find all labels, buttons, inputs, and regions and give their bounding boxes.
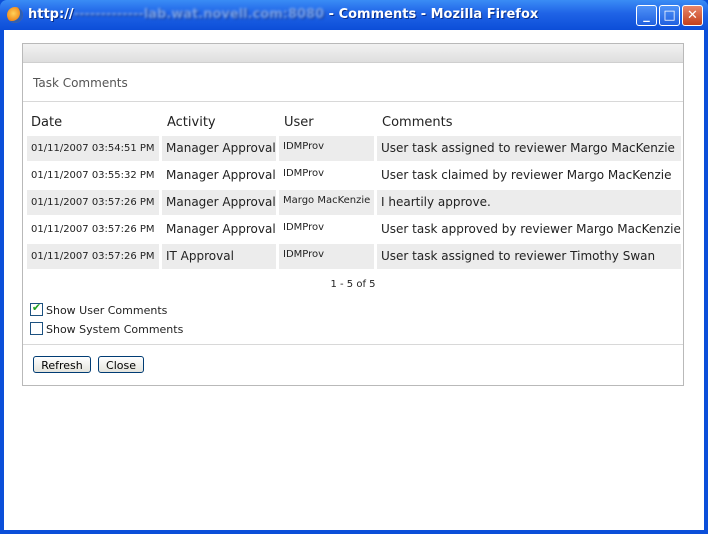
row-user: IDMProv <box>279 244 374 269</box>
column-header-activity: Activity <box>167 115 216 130</box>
table-row: 01/11/2007 03:57:26 PM Manager Approval … <box>27 217 681 242</box>
row-user: IDMProv <box>279 136 374 161</box>
row-activity: Manager Approval <box>162 190 276 215</box>
title-obscured-host: -------------lab.wat.novell.com:8080 <box>73 7 325 22</box>
maximize-button[interactable]: □ <box>659 5 680 26</box>
panel-header-band <box>23 44 683 63</box>
show-system-comments-checkbox[interactable] <box>30 322 43 335</box>
column-header-date: Date <box>31 115 63 130</box>
checkmark-icon: ✔ <box>31 301 42 314</box>
firefox-icon <box>7 7 23 23</box>
row-user: IDMProv <box>283 168 325 179</box>
divider <box>23 344 683 345</box>
row-comment: User task assigned to reviewer Timothy S… <box>377 244 681 269</box>
close-button[interactable]: Close <box>98 356 144 373</box>
window-title: http://-------------lab.wat.novell.com:8… <box>28 7 538 22</box>
row-comment: User task approved by reviewer Margo Mac… <box>381 222 681 236</box>
title-prefix: http:// <box>28 7 74 22</box>
column-header-comments: Comments <box>382 115 453 130</box>
row-comment: I heartily approve. <box>377 190 681 215</box>
row-date: 01/11/2007 03:55:32 PM <box>31 170 155 181</box>
title-bar[interactable]: http://-------------lab.wat.novell.com:8… <box>0 0 708 30</box>
row-activity: IT Approval <box>162 244 276 269</box>
row-user: IDMProv <box>283 222 325 233</box>
row-date: 01/11/2007 03:57:26 PM <box>27 190 159 215</box>
refresh-button[interactable]: Refresh <box>33 356 91 373</box>
row-activity: Manager Approval <box>166 222 276 236</box>
table-row: 01/11/2007 03:57:26 PM IT Approval IDMPr… <box>27 244 681 269</box>
pagination-status: 1 - 5 of 5 <box>330 279 376 290</box>
show-user-comments-checkbox[interactable]: ✔ <box>30 301 43 316</box>
table-row: 01/11/2007 03:54:51 PM Manager Approval … <box>27 136 681 161</box>
divider <box>23 101 683 102</box>
show-user-comments-option[interactable]: ✔ Show User Comments <box>30 301 167 317</box>
row-date: 01/11/2007 03:54:51 PM <box>27 136 159 161</box>
row-activity: Manager Approval <box>166 168 276 182</box>
close-window-button[interactable]: ✕ <box>682 5 703 26</box>
column-header-user: User <box>284 115 314 130</box>
minimize-button[interactable]: _ <box>636 5 657 26</box>
page-content: Task Comments Date Activity User Comment… <box>4 30 704 530</box>
task-comments-panel: Task Comments Date Activity User Comment… <box>22 43 684 386</box>
row-activity: Manager Approval <box>162 136 276 161</box>
row-comment: User task claimed by reviewer Margo MacK… <box>381 168 672 182</box>
title-suffix: - Comments - Mozilla Firefox <box>324 7 539 22</box>
panel-title: Task Comments <box>33 76 128 90</box>
row-comment: User task assigned to reviewer Margo Mac… <box>377 136 681 161</box>
table-row: 01/11/2007 03:57:26 PM Manager Approval … <box>27 190 681 215</box>
show-system-comments-label[interactable]: Show System Comments <box>46 323 183 336</box>
row-date: 01/11/2007 03:57:26 PM <box>31 224 155 235</box>
show-user-comments-label[interactable]: Show User Comments <box>46 304 167 317</box>
show-system-comments-option[interactable]: Show System Comments <box>30 322 183 336</box>
row-date: 01/11/2007 03:57:26 PM <box>27 244 159 269</box>
browser-window: http://-------------lab.wat.novell.com:8… <box>0 0 708 534</box>
row-user: Margo MacKenzie <box>279 190 374 215</box>
table-row: 01/11/2007 03:55:32 PM Manager Approval … <box>27 163 681 188</box>
